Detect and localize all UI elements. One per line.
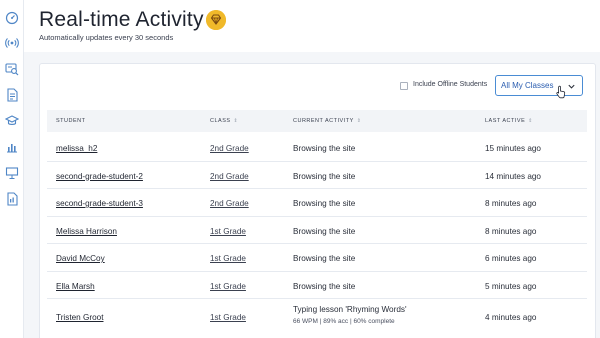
sort-icon[interactable]: ⇕ <box>528 118 533 124</box>
class-link[interactable]: 1st Grade <box>210 282 246 291</box>
dashboard-icon[interactable] <box>5 11 19 25</box>
page-subtitle: Automatically updates every 30 seconds <box>39 33 174 42</box>
current-activity: Browsing the site <box>293 144 356 153</box>
column-header-last-active[interactable]: LAST ACTIVE ⇕ <box>485 118 533 124</box>
student-name-link[interactable]: melissa_h2 <box>56 144 97 153</box>
activity-stats: 66 WPM | 89% acc | 60% complete <box>293 318 395 325</box>
include-offline-label: Include Offline Students <box>413 81 488 88</box>
include-offline-checkbox[interactable] <box>400 82 408 90</box>
table-header: STUDENT CLASS ⇕ CURRENT ACTIVITY ⇕ LAST AC… <box>47 110 587 132</box>
current-activity: Typing lesson 'Rhyming Words' <box>293 305 407 314</box>
student-name-link[interactable]: David McCoy <box>56 254 105 263</box>
student-name-link[interactable]: Ella Marsh <box>56 282 95 291</box>
last-active: 4 minutes ago <box>485 313 537 322</box>
student-name-link[interactable]: Melissa Harrison <box>56 227 117 236</box>
student-name-link[interactable]: second-grade-student-2 <box>56 172 143 181</box>
column-header-student: STUDENT <box>56 118 86 124</box>
table-row: melissa_h2 2nd Grade Browsing the site 1… <box>47 134 587 162</box>
table-row: Tristen Groot 1st Grade Typing lesson 'R… <box>47 299 587 336</box>
class-link[interactable]: 1st Grade <box>210 227 246 236</box>
column-header-class[interactable]: CLASS ⇕ <box>210 118 238 124</box>
last-active: 8 minutes ago <box>485 199 537 208</box>
column-header-activity[interactable]: CURRENT ACTIVITY ⇕ <box>293 118 361 124</box>
gem-icon <box>206 10 226 30</box>
last-active: 15 minutes ago <box>485 144 541 153</box>
current-activity: Browsing the site <box>293 199 356 208</box>
bar-chart-icon[interactable] <box>5 140 19 154</box>
class-select-value: All My Classes <box>501 81 554 90</box>
report-icon[interactable] <box>5 192 19 206</box>
activity-panel: Include Offline Students All My Classes … <box>39 63 596 338</box>
sort-icon[interactable]: ⇕ <box>234 118 239 124</box>
class-link[interactable]: 1st Grade <box>210 254 246 263</box>
student-search-icon[interactable] <box>5 62 19 76</box>
class-link[interactable]: 2nd Grade <box>210 172 249 181</box>
sort-icon[interactable]: ⇕ <box>357 118 362 124</box>
page-header: Real-time Activity Automatically updates… <box>24 0 600 52</box>
chevron-down-icon <box>567 82 576 91</box>
last-active: 5 minutes ago <box>485 281 537 291</box>
class-link[interactable]: 2nd Grade <box>210 144 249 153</box>
table-row: Ella Marsh 1st Grade Browsing the site 5… <box>47 272 587 299</box>
last-active: 14 minutes ago <box>485 171 541 181</box>
document-icon[interactable] <box>5 88 19 102</box>
presentation-icon[interactable] <box>5 166 19 180</box>
page-title: Real-time Activity <box>39 8 204 31</box>
table-row: second-grade-student-3 2nd Grade Browsin… <box>47 189 587 217</box>
graduation-cap-icon[interactable] <box>5 114 19 128</box>
class-link[interactable]: 2nd Grade <box>210 199 249 208</box>
live-broadcast-icon[interactable] <box>5 36 19 50</box>
class-select[interactable]: All My Classes <box>495 75 583 99</box>
sidebar <box>0 0 24 338</box>
pointer-cursor-icon <box>556 85 566 99</box>
table-row: second-grade-student-2 2nd Grade Browsin… <box>47 162 587 189</box>
current-activity: Browsing the site <box>293 226 356 236</box>
table-row: Melissa Harrison 1st Grade Browsing the … <box>47 217 587 244</box>
student-name-link[interactable]: second-grade-student-3 <box>56 199 143 208</box>
current-activity: Browsing the site <box>293 281 356 291</box>
last-active: 8 minutes ago <box>485 226 537 236</box>
current-activity: Browsing the site <box>293 254 356 263</box>
class-link[interactable]: 1st Grade <box>210 313 246 322</box>
current-activity: Browsing the site <box>293 171 356 181</box>
student-name-link[interactable]: Tristen Groot <box>56 313 103 322</box>
last-active: 6 minutes ago <box>485 254 537 263</box>
table-row: David McCoy 1st Grade Browsing the site … <box>47 244 587 272</box>
